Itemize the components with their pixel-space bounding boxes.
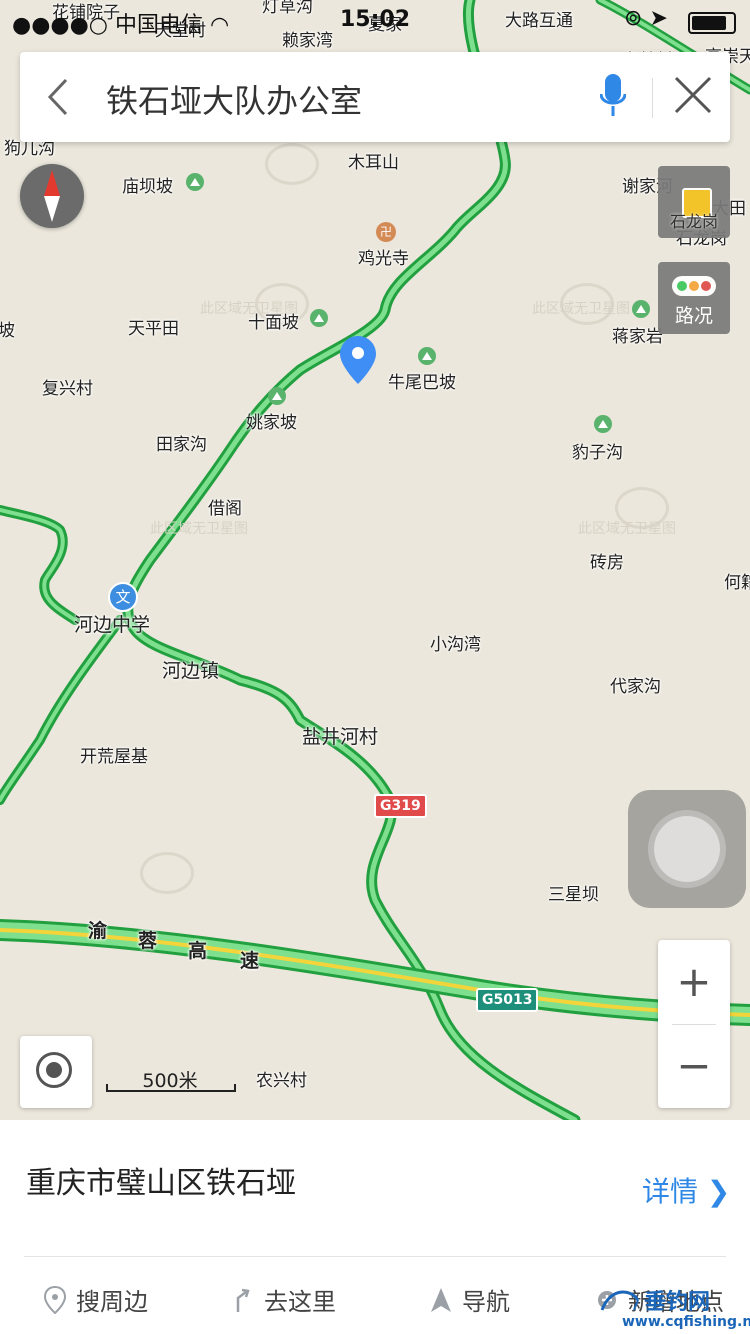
place-label[interactable]: 何籍 [724, 568, 750, 593]
route-badge-g5013[interactable]: G5013 [476, 988, 539, 1012]
location-arrow-icon: ➤ [649, 6, 668, 31]
place-address: 重庆市璧山区铁石垭 [26, 1166, 296, 1201]
action-label: 搜周边 [76, 1288, 148, 1316]
traffic-button[interactable]: 路况 [658, 262, 730, 334]
fishing-logo-icon [600, 1290, 640, 1311]
watermark-text: 此区域无卫星图 [578, 521, 676, 537]
pin-outline-icon [44, 1286, 66, 1314]
highway-name-char: 高 [188, 940, 208, 962]
place-label[interactable]: 复兴村 [42, 374, 93, 399]
compass-south-icon [44, 196, 60, 222]
place-label[interactable]: 蒋家岩 [612, 322, 663, 347]
compass-button[interactable] [20, 164, 84, 228]
chevron-left-icon [47, 78, 68, 116]
search-divider [652, 78, 653, 118]
place-label[interactable]: 河边中学 [74, 610, 150, 637]
place-label[interactable]: 天平田 [128, 314, 179, 339]
place-label[interactable]: 田家沟 [156, 430, 207, 455]
clock: 15:02 [340, 7, 411, 32]
place-label[interactable]: 庙坝坡 [122, 172, 173, 197]
traffic-light-icon [672, 276, 716, 296]
place-label[interactable]: 代家沟 [610, 672, 661, 697]
scale-bar: 500米 [106, 1066, 236, 1092]
mountain-icon [594, 415, 612, 433]
site-watermark: 垂钓网 www.cqfishing.net [598, 1284, 750, 1334]
place-label[interactable]: 牛尾巴坡 [388, 368, 456, 393]
signal-dots: ●●●●○ [12, 13, 108, 38]
compass-north-icon [44, 170, 60, 196]
panel-divider [24, 1256, 726, 1257]
layers-label: 石龙岗 [669, 212, 718, 231]
locate-me-button[interactable] [20, 1036, 92, 1108]
place-label[interactable]: 木耳山 [348, 148, 399, 173]
battery-icon [688, 12, 736, 34]
watermark-text: 此区域无卫星图 [150, 521, 248, 537]
place-label[interactable]: 砖房 [590, 548, 624, 573]
close-icon[interactable] [668, 70, 718, 120]
place-label[interactable]: 农兴村 [256, 1066, 307, 1091]
watermark-face-icon [265, 143, 319, 185]
site-watermark-title: 垂钓网 [644, 1290, 711, 1315]
mountain-icon [310, 309, 328, 327]
orientation-lock-icon: ⊚ [624, 6, 643, 31]
assistive-touch-button[interactable] [628, 790, 746, 908]
place-label[interactable]: 借阁 [208, 494, 242, 519]
school-icon: 文 [108, 582, 138, 612]
place-label[interactable]: 坡 [0, 316, 15, 341]
mountain-icon [268, 387, 286, 405]
highway-name-char: 速 [240, 950, 260, 972]
watermark-text: 此区域无卫星图 [532, 301, 630, 317]
scale-line [106, 1084, 236, 1092]
temple-icon: 卍 [376, 222, 396, 242]
site-watermark-url: www.cqfishing.net [622, 1314, 750, 1330]
place-label[interactable]: 姚家坡 [246, 408, 297, 433]
action-label: 导航 [462, 1288, 510, 1316]
place-label[interactable]: 鸡光寺 [358, 244, 409, 269]
route-arrow-icon [236, 1288, 250, 1312]
mountain-icon [418, 347, 436, 365]
search-bar[interactable]: 铁石垭大队办公室 [20, 52, 730, 142]
place-label[interactable]: 小沟湾 [430, 630, 481, 655]
place-label[interactable]: 盐井河村 [302, 722, 378, 749]
place-label[interactable]: 三星坝 [548, 880, 599, 905]
mountain-icon [632, 300, 650, 318]
place-label[interactable]: 豹子沟 [572, 438, 623, 463]
back-button[interactable] [44, 74, 84, 120]
action-label: 去这里 [264, 1288, 336, 1316]
carrier-name: 中国电信 [114, 13, 203, 38]
location-pin-icon[interactable] [340, 336, 376, 384]
watermark-face-icon [140, 852, 194, 894]
highway-name-char: 蓉 [138, 930, 158, 952]
status-icons: ⊚ ➤ [624, 6, 668, 31]
place-label[interactable]: 开荒屋基 [80, 742, 148, 767]
place-label[interactable]: 十面坡 [248, 308, 299, 333]
zoom-in-button[interactable]: + [658, 940, 730, 1024]
zoom-control: + − [658, 940, 730, 1108]
carrier-label: ●●●●○ 中国电信 ◠ [12, 7, 229, 39]
locate-dot-icon [46, 1062, 62, 1078]
route-badge-g319[interactable]: G319 [374, 794, 427, 818]
layers-button[interactable]: 石龙岗 [658, 166, 730, 238]
place-label[interactable]: 河边镇 [162, 656, 219, 683]
highway-name-char: 渝 [88, 920, 108, 942]
zoom-out-button[interactable]: − [658, 1024, 730, 1108]
search-input[interactable]: 铁石垭大队办公室 [106, 76, 362, 122]
navigation-icon [431, 1288, 451, 1312]
details-link[interactable]: 详情 ❯ [642, 1170, 730, 1210]
microphone-icon[interactable] [600, 72, 626, 122]
mountain-icon [186, 173, 204, 191]
wifi-icon: ◠ [210, 13, 230, 38]
status-bar: ●●●●○ 中国电信 ◠ 15:02 ⊚ ➤ [0, 0, 750, 40]
map-view[interactable]: 此区域无卫星图 此区域无卫星图 此区域无卫星图 此区域无卫星图 卍 文 花铺院子… [0, 0, 750, 1120]
traffic-label: 路况 [674, 305, 713, 327]
